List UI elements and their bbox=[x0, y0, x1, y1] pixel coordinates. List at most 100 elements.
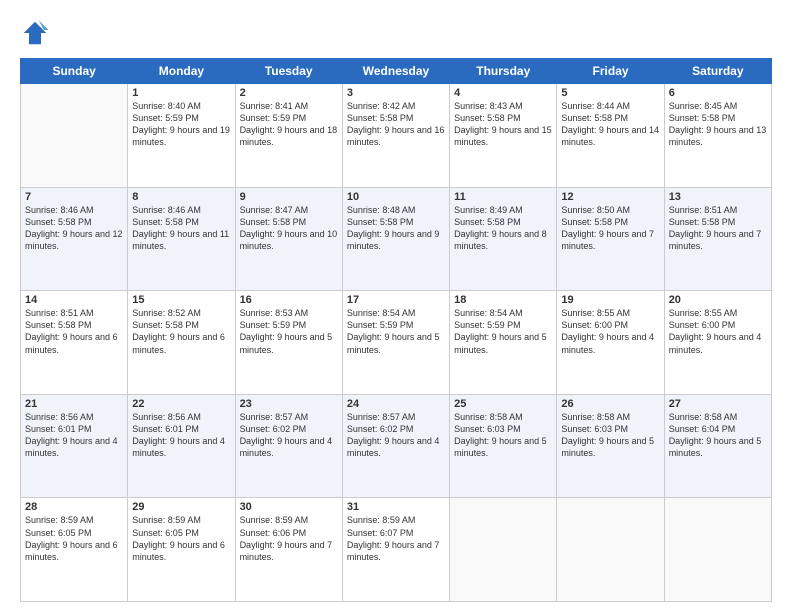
daylight-text: Daylight: 9 hours and 5 minutes. bbox=[669, 436, 762, 458]
calendar-cell: 2Sunrise: 8:41 AMSunset: 5:59 PMDaylight… bbox=[235, 84, 342, 188]
daylight-text: Daylight: 9 hours and 19 minutes. bbox=[132, 125, 230, 147]
sunset-text: Sunset: 5:58 PM bbox=[132, 320, 199, 330]
sunset-text: Sunset: 6:03 PM bbox=[561, 424, 628, 434]
calendar-cell bbox=[664, 498, 771, 602]
daylight-text: Daylight: 9 hours and 4 minutes. bbox=[347, 436, 440, 458]
sunrise-text: Sunrise: 8:40 AM bbox=[132, 101, 201, 111]
calendar-cell: 4Sunrise: 8:43 AMSunset: 5:58 PMDaylight… bbox=[450, 84, 557, 188]
daylight-text: Daylight: 9 hours and 6 minutes. bbox=[25, 332, 118, 354]
daylight-text: Daylight: 9 hours and 11 minutes. bbox=[132, 229, 229, 251]
cell-info: Sunrise: 8:59 AMSunset: 6:05 PMDaylight:… bbox=[132, 514, 230, 563]
calendar-week-row: 28 Sunrise: 8:59 AMSunset: 6:05 PMDayligh… bbox=[21, 498, 772, 602]
day-number: 26 bbox=[561, 398, 659, 410]
calendar-cell: 31Sunrise: 8:59 AMSunset: 6:07 PMDayligh… bbox=[342, 498, 449, 602]
cell-info: Sunrise: 8:50 AMSunset: 5:58 PMDaylight:… bbox=[561, 204, 659, 253]
sunset-text: Sunset: 5:59 PM bbox=[347, 320, 414, 330]
sunset-text: Sunset: 6:02 PM bbox=[347, 424, 414, 434]
cell-info: Sunrise: 8:58 AMSunset: 6:03 PMDaylight:… bbox=[561, 411, 659, 460]
day-number: 12 bbox=[561, 191, 659, 203]
sunset-text: Sunset: 5:58 PM bbox=[669, 113, 736, 123]
day-number: 23 bbox=[240, 398, 338, 410]
cell-info: Sunrise: 8:42 AMSunset: 5:58 PMDaylight:… bbox=[347, 100, 445, 149]
calendar-cell: 18Sunrise: 8:54 AMSunset: 5:59 PMDayligh… bbox=[450, 291, 557, 395]
sunrise-text: Sunrise: 8:59 AM bbox=[132, 515, 201, 525]
daylight-text: Daylight: 9 hours and 6 minutes. bbox=[132, 332, 225, 354]
cell-info: Sunrise: 8:51 AMSunset: 5:58 PMDaylight:… bbox=[25, 307, 123, 356]
calendar-cell: 20Sunrise: 8:55 AMSunset: 6:00 PMDayligh… bbox=[664, 291, 771, 395]
day-number: 25 bbox=[454, 398, 552, 410]
daylight-text: Daylight: 9 hours and 7 minutes. bbox=[347, 540, 440, 562]
cell-info: Sunrise: 8:59 AMSunset: 6:06 PMDaylight:… bbox=[240, 514, 338, 563]
sunrise-text: Sunrise: 8:57 AM bbox=[240, 412, 309, 422]
sunrise-text: Sunrise: 8:58 AM bbox=[561, 412, 630, 422]
sunset-text: Sunset: 5:59 PM bbox=[240, 320, 307, 330]
cell-info: Sunrise: 8:40 AMSunset: 5:59 PMDaylight:… bbox=[132, 100, 230, 149]
daylight-text: Daylight: 9 hours and 15 minutes. bbox=[454, 125, 552, 147]
sunset-text: Sunset: 5:58 PM bbox=[347, 113, 414, 123]
daylight-text: Daylight: 9 hours and 5 minutes. bbox=[454, 332, 547, 354]
daylight-text: Daylight: 9 hours and 12 minutes. bbox=[25, 229, 123, 251]
day-number: 18 bbox=[454, 294, 552, 306]
daylight-text: Daylight: 9 hours and 4 minutes. bbox=[25, 436, 118, 458]
day-number: 1 bbox=[132, 87, 230, 99]
calendar-cell: 26Sunrise: 8:58 AMSunset: 6:03 PMDayligh… bbox=[557, 394, 664, 498]
daylight-text: Daylight: 9 hours and 18 minutes. bbox=[240, 125, 338, 147]
day-number: 29 bbox=[132, 501, 230, 513]
sunset-text: Sunset: 6:07 PM bbox=[347, 528, 414, 538]
weekday-header-saturday: Saturday bbox=[664, 59, 771, 84]
calendar-cell: 16Sunrise: 8:53 AMSunset: 5:59 PMDayligh… bbox=[235, 291, 342, 395]
daylight-text: Daylight: 9 hours and 4 minutes. bbox=[561, 332, 654, 354]
sunset-text: Sunset: 5:58 PM bbox=[240, 217, 307, 227]
cell-info: Sunrise: 8:56 AMSunset: 6:01 PMDaylight:… bbox=[25, 411, 123, 460]
calendar-cell: 1Sunrise: 8:40 AMSunset: 5:59 PMDaylight… bbox=[128, 84, 235, 188]
day-number: 5 bbox=[561, 87, 659, 99]
cell-info: Sunrise: 8:57 AMSunset: 6:02 PMDaylight:… bbox=[240, 411, 338, 460]
calendar-table: SundayMondayTuesdayWednesdayThursdayFrid… bbox=[20, 58, 772, 602]
day-number: 13 bbox=[669, 191, 767, 203]
weekday-header-tuesday: Tuesday bbox=[235, 59, 342, 84]
sunrise-text: Sunrise: 8:59 AM bbox=[347, 515, 416, 525]
daylight-text: Daylight: 9 hours and 4 minutes. bbox=[669, 332, 762, 354]
sunset-text: Sunset: 5:58 PM bbox=[561, 113, 628, 123]
daylight-text: Daylight: 9 hours and 10 minutes. bbox=[240, 229, 338, 251]
sunset-text: Sunset: 5:58 PM bbox=[454, 113, 521, 123]
sunrise-text: Sunrise: 8:59 AM bbox=[25, 515, 94, 525]
day-number: 30 bbox=[240, 501, 338, 513]
sunrise-text: Sunrise: 8:41 AM bbox=[240, 101, 309, 111]
page: SundayMondayTuesdayWednesdayThursdayFrid… bbox=[0, 0, 792, 612]
sunset-text: Sunset: 5:58 PM bbox=[669, 217, 736, 227]
sunrise-text: Sunrise: 8:46 AM bbox=[132, 205, 201, 215]
day-number: 22 bbox=[132, 398, 230, 410]
calendar-cell: 28Sunrise: 8:59 AMSunset: 6:05 PMDayligh… bbox=[21, 498, 128, 602]
cell-info: Sunrise: 8:48 AMSunset: 5:58 PMDaylight:… bbox=[347, 204, 445, 253]
sunrise-text: Sunrise: 8:58 AM bbox=[669, 412, 738, 422]
sunrise-text: Sunrise: 8:54 AM bbox=[347, 308, 416, 318]
calendar-week-row: 14Sunrise: 8:51 AMSunset: 5:58 PMDayligh… bbox=[21, 291, 772, 395]
day-number: 3 bbox=[347, 87, 445, 99]
cell-info: Sunrise: 8:49 AMSunset: 5:58 PMDaylight:… bbox=[454, 204, 552, 253]
day-number: 21 bbox=[25, 398, 123, 410]
cell-info: Sunrise: 8:54 AMSunset: 5:59 PMDaylight:… bbox=[347, 307, 445, 356]
calendar-cell: 30Sunrise: 8:59 AMSunset: 6:06 PMDayligh… bbox=[235, 498, 342, 602]
daylight-text: Daylight: 9 hours and 6 minutes. bbox=[25, 540, 118, 562]
sunrise-text: Sunrise: 8:56 AM bbox=[132, 412, 201, 422]
calendar-cell: 15Sunrise: 8:52 AMSunset: 5:58 PMDayligh… bbox=[128, 291, 235, 395]
calendar-cell: 11Sunrise: 8:49 AMSunset: 5:58 PMDayligh… bbox=[450, 187, 557, 291]
sunset-text: Sunset: 5:58 PM bbox=[347, 217, 414, 227]
daylight-text: Daylight: 9 hours and 4 minutes. bbox=[132, 436, 225, 458]
cell-info: Sunrise: 8:56 AMSunset: 6:01 PMDaylight:… bbox=[132, 411, 230, 460]
calendar-week-row: 1Sunrise: 8:40 AMSunset: 5:59 PMDaylight… bbox=[21, 84, 772, 188]
calendar-cell: 3Sunrise: 8:42 AMSunset: 5:58 PMDaylight… bbox=[342, 84, 449, 188]
day-number: 15 bbox=[132, 294, 230, 306]
cell-info: Sunrise: 8:52 AMSunset: 5:58 PMDaylight:… bbox=[132, 307, 230, 356]
day-number: 28 bbox=[25, 501, 123, 513]
cell-info: Sunrise: 8:55 AMSunset: 6:00 PMDaylight:… bbox=[669, 307, 767, 356]
sunrise-text: Sunrise: 8:48 AM bbox=[347, 205, 416, 215]
day-number: 11 bbox=[454, 191, 552, 203]
cell-info: Sunrise: 8:59 AM Sunset: 6:07 PM Daylight:… bbox=[347, 514, 445, 563]
calendar-cell: 12Sunrise: 8:50 AMSunset: 5:58 PMDayligh… bbox=[557, 187, 664, 291]
sunset-text: Sunset: 6:01 PM bbox=[25, 424, 92, 434]
calendar-cell: 14Sunrise: 8:51 AMSunset: 5:58 PMDayligh… bbox=[21, 291, 128, 395]
calendar-cell: 8Sunrise: 8:46 AMSunset: 5:58 PMDaylight… bbox=[128, 187, 235, 291]
day-number: 20 bbox=[669, 294, 767, 306]
